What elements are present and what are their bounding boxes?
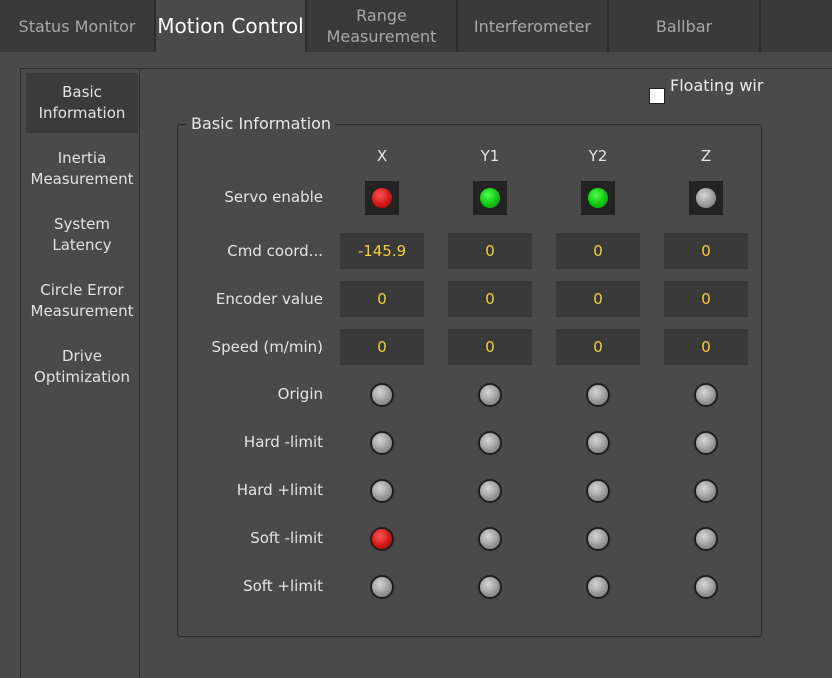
row-label-encoder-value: Encoder value — [215, 290, 323, 308]
row-label-hard-plus-limit: Hard +limit — [236, 481, 323, 499]
encoder-z-value: 0 — [664, 281, 748, 317]
status-led-icon — [696, 188, 716, 208]
servo-enable-x-button[interactable] — [365, 181, 399, 215]
row-label-speed: Speed (m/min) — [211, 338, 323, 356]
hard-minus-limit-y2-indicator — [586, 431, 610, 455]
tab-interferometer[interactable]: Interferometer — [458, 0, 609, 52]
sidebar-item-system-latency[interactable]: System Latency — [26, 205, 138, 265]
top-tab-bar: Status Monitor Motion Control Range Meas… — [0, 0, 832, 52]
status-led-icon — [480, 188, 500, 208]
speed-x-value: 0 — [340, 329, 424, 365]
sidebar-item-drive-optimization[interactable]: Drive Optimization — [26, 337, 138, 397]
speed-y1-value: 0 — [448, 329, 532, 365]
row-label-hard-minus-limit: Hard -limit — [243, 433, 323, 451]
row-label-soft-plus-limit: Soft +limit — [243, 577, 323, 595]
soft-minus-limit-y1-indicator — [478, 527, 502, 551]
floating-window-checkbox[interactable]: Floating wir — [649, 76, 763, 104]
hard-plus-limit-y2-indicator — [586, 479, 610, 503]
status-led-icon — [372, 188, 392, 208]
hard-plus-limit-z-indicator — [694, 479, 718, 503]
row-label-soft-minus-limit: Soft -limit — [250, 529, 323, 547]
tab-motion-control[interactable]: Motion Control — [156, 0, 307, 52]
floating-window-label: Floating wir — [670, 76, 764, 95]
soft-minus-limit-y2-indicator — [586, 527, 610, 551]
encoder-y1-value: 0 — [448, 281, 532, 317]
encoder-y2-value: 0 — [556, 281, 640, 317]
origin-x-indicator — [370, 383, 394, 407]
origin-z-indicator — [694, 383, 718, 407]
sidebar-item-inertia-measurement[interactable]: Inertia Measurement — [26, 139, 138, 199]
axis-header-x: X — [376, 147, 388, 165]
checkbox-box[interactable] — [649, 88, 665, 104]
row-label-servo-enable: Servo enable — [224, 188, 323, 206]
soft-plus-limit-y2-indicator — [586, 575, 610, 599]
soft-minus-limit-x-indicator — [370, 527, 394, 551]
origin-y1-indicator — [478, 383, 502, 407]
sidebar: Basic Information Inertia Measurement Sy… — [22, 70, 140, 678]
hard-minus-limit-y1-indicator — [478, 431, 502, 455]
speed-y2-value: 0 — [556, 329, 640, 365]
group-title: Basic Information — [186, 114, 337, 134]
cmd-coord-y1-value: 0 — [448, 233, 532, 269]
cmd-coord-x-value: -145.9 — [340, 233, 424, 269]
axis-header-y2: Y2 — [588, 147, 608, 165]
speed-z-value: 0 — [664, 329, 748, 365]
hard-minus-limit-x-indicator — [370, 431, 394, 455]
sidebar-item-basic-information[interactable]: Basic Information — [26, 73, 138, 133]
tab-range-measurement[interactable]: Range Measurement — [307, 0, 458, 52]
sidebar-item-circle-error-measurement[interactable]: Circle Error Measurement — [26, 271, 138, 331]
origin-y2-indicator — [586, 383, 610, 407]
servo-enable-y1-button[interactable] — [473, 181, 507, 215]
tab-ballbar[interactable]: Ballbar — [609, 0, 761, 52]
status-led-icon — [588, 188, 608, 208]
tab-status-monitor[interactable]: Status Monitor — [0, 0, 156, 52]
servo-enable-z-button[interactable] — [689, 181, 723, 215]
soft-plus-limit-y1-indicator — [478, 575, 502, 599]
axis-header-y1: Y1 — [480, 147, 500, 165]
soft-minus-limit-z-indicator — [694, 527, 718, 551]
soft-plus-limit-x-indicator — [370, 575, 394, 599]
cmd-coord-y2-value: 0 — [556, 233, 640, 269]
hard-plus-limit-y1-indicator — [478, 479, 502, 503]
servo-enable-y2-button[interactable] — [581, 181, 615, 215]
row-label-cmd-coord: Cmd coord... — [227, 242, 323, 260]
encoder-x-value: 0 — [340, 281, 424, 317]
cmd-coord-z-value: 0 — [664, 233, 748, 269]
hard-minus-limit-z-indicator — [694, 431, 718, 455]
axis-header-z: Z — [700, 147, 712, 165]
soft-plus-limit-z-indicator — [694, 575, 718, 599]
hard-plus-limit-x-indicator — [370, 479, 394, 503]
row-label-origin: Origin — [277, 385, 323, 403]
